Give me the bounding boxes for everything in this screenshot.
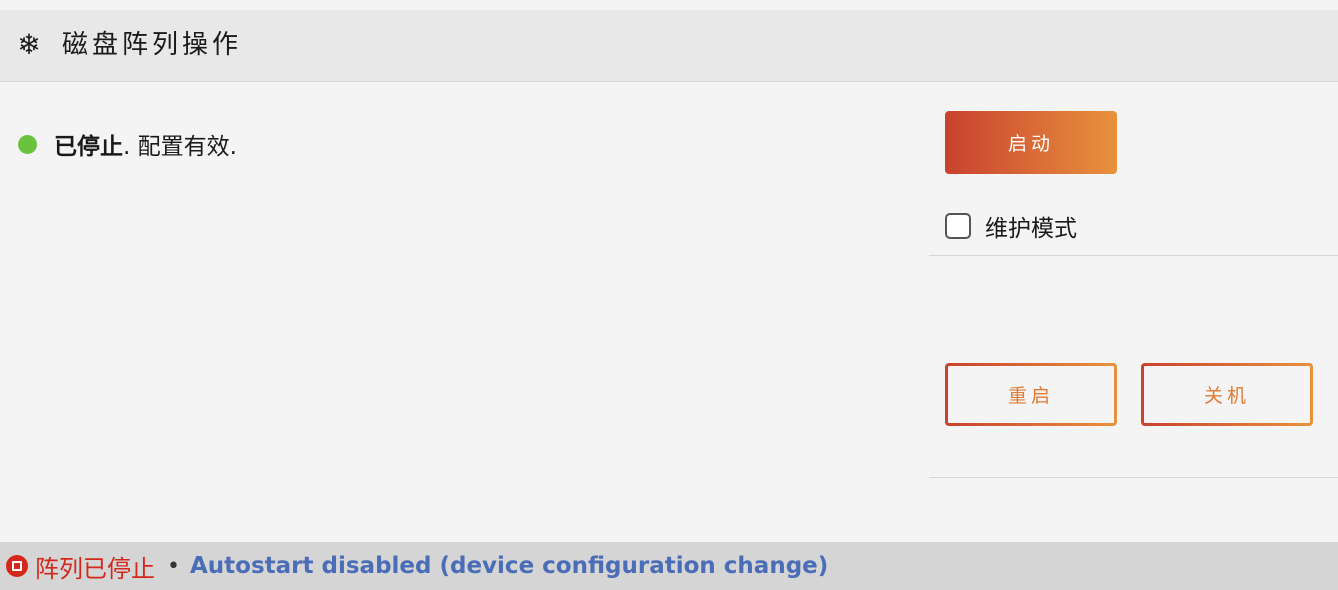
footer-separator: • [167, 553, 180, 579]
stop-icon [6, 555, 28, 577]
snowflake-icon: ❄ [17, 28, 41, 61]
array-state: 已停止 [54, 134, 123, 160]
section-header: ❄ 磁盘阵列操作 [0, 10, 1338, 82]
status-indicator-dot [18, 134, 37, 154]
maintenance-mode-label[interactable]: 维护模式 [985, 209, 1077, 243]
array-status-row: 已停止 . 配置有效. [18, 126, 237, 162]
section-title: 磁盘阵列操作 [62, 30, 243, 60]
maintenance-mode-row[interactable]: 维护模式 [945, 208, 1077, 244]
start-button[interactable]: 启动 [945, 111, 1117, 174]
maintenance-mode-checkbox[interactable] [945, 213, 971, 239]
status-message: . 配置有效. [123, 134, 237, 160]
autostart-message-link[interactable]: Autostart disabled (device configuration… [190, 553, 828, 579]
status-footer: 阵列已停止 • Autostart disabled (device confi… [0, 542, 1338, 590]
divider [929, 255, 1338, 256]
top-strip [0, 0, 1338, 10]
shutdown-button[interactable]: 关机 [1141, 363, 1313, 426]
array-stopped-status: 阵列已停止 [35, 554, 155, 583]
reboot-button[interactable]: 重启 [945, 363, 1117, 426]
divider [929, 477, 1338, 478]
